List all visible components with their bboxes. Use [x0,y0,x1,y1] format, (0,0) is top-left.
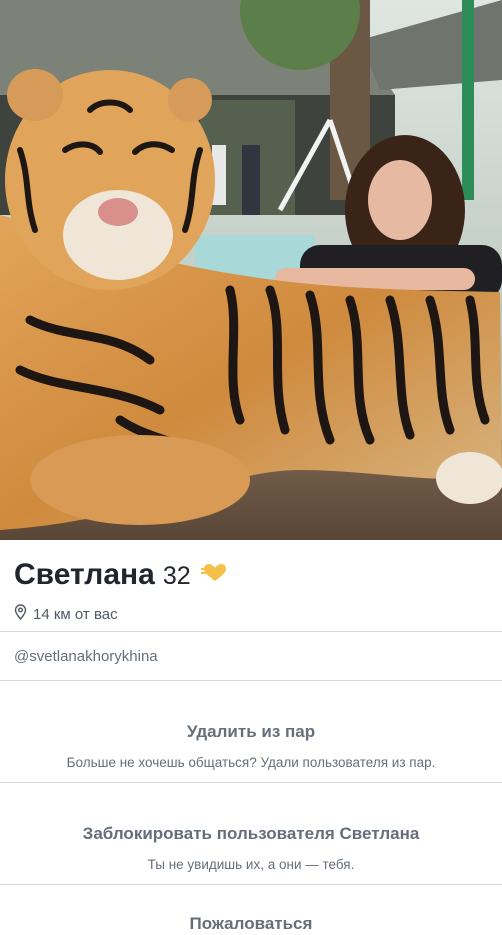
location-pin-icon [14,604,27,624]
report-button[interactable]: Пожаловаться [0,885,502,935]
unmatch-description: Больше не хочешь общаться? Удали пользов… [66,754,436,770]
instagram-username[interactable]: @svetlanakhorykhina [0,632,502,680]
name-row: Светлана 32 [14,558,488,592]
distance-row: 14 км от вас [14,604,488,624]
block-user-button[interactable]: Заблокировать пользователя Светлана Ты н… [0,783,502,884]
block-title: Заблокировать пользователя Светлана [82,823,420,843]
profile-header: Светлана 32 14 км от вас [0,540,502,631]
profile-name: Светлана [14,558,155,591]
block-description: Ты не увидишь их, а они — тебя. [147,856,355,872]
unmatch-title: Удалить из пар [186,721,316,741]
profile-photo[interactable] [0,0,502,540]
super-like-heart-icon [199,563,229,588]
unmatch-button[interactable]: Удалить из пар Больше не хочешь общаться… [0,681,502,782]
report-title: Пожаловаться [189,914,313,933]
profile-photo-illustration [0,0,502,540]
distance-text: 14 км от вас [33,605,118,623]
profile-age: 32 [162,562,191,590]
